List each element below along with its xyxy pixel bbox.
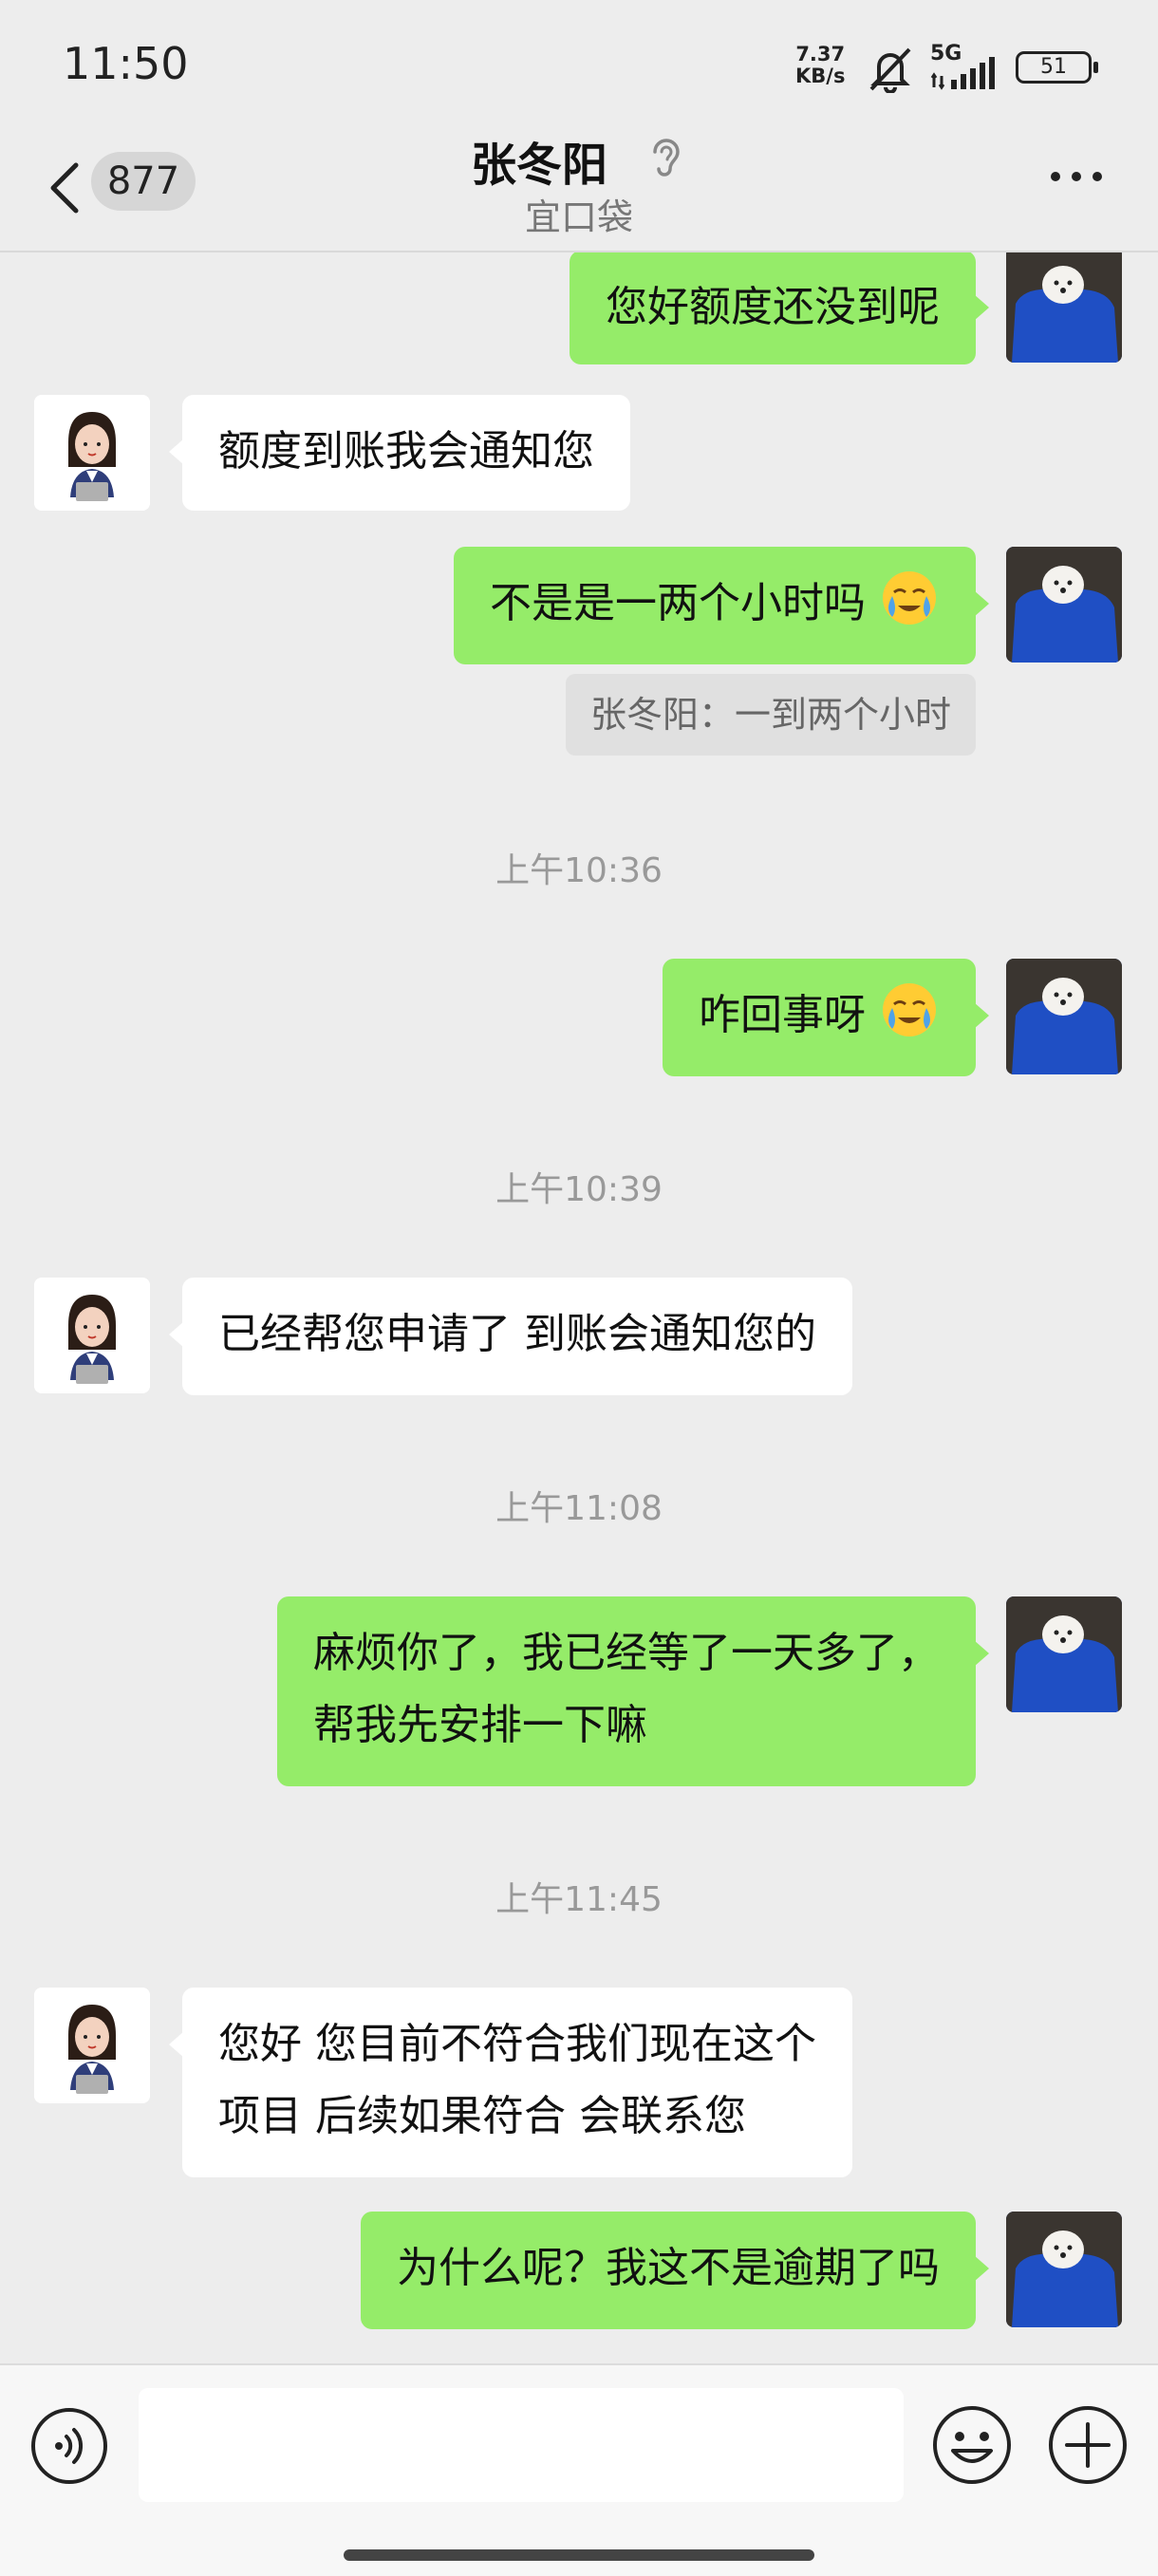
- my-avatar[interactable]: [1006, 959, 1122, 1074]
- contact-name: 张冬阳: [471, 139, 608, 192]
- my-avatar[interactable]: [1006, 1596, 1122, 1712]
- battery-level: 51: [1040, 55, 1067, 79]
- quoted-message[interactable]: 张冬阳：一到两个小时: [565, 674, 976, 756]
- message-timestamp: 上午11:45: [495, 1880, 663, 1919]
- my-avatar-image: [1006, 2212, 1122, 2327]
- message-text: 额度到账我会通知您: [218, 427, 594, 476]
- message-bubble-sent[interactable]: 麻烦你了，我已经等了一天多了， 帮我先安排一下嘛: [277, 1596, 989, 1786]
- signal-icon: [930, 57, 995, 90]
- message-timestamp: 上午11:08: [495, 1489, 663, 1528]
- contact-avatar[interactable]: [34, 1988, 150, 2103]
- network-speed: 7.37 KB/s: [795, 44, 845, 87]
- chat-header: 877 张冬阳 宜口袋: [0, 133, 1158, 252]
- plus-icon[interactable]: [1046, 2403, 1130, 2487]
- message-bubble-sent[interactable]: 为什么呢？我这不是逾期了吗: [361, 2212, 989, 2329]
- my-avatar[interactable]: [1006, 252, 1122, 363]
- mute-bell-icon: [869, 47, 911, 93]
- network-speed-unit: KB/s: [795, 65, 846, 87]
- battery-icon: 51: [1016, 51, 1098, 84]
- contact-avatar-image: [34, 1278, 150, 1393]
- message-text: 不是是一两个小时吗: [490, 579, 866, 627]
- my-avatar-image: [1006, 1596, 1122, 1712]
- voice-icon[interactable]: [28, 2405, 110, 2487]
- message-text: 您好额度还没到呢: [606, 283, 940, 331]
- home-indicator[interactable]: [344, 2549, 814, 2561]
- message-timestamp: 上午10:36: [495, 851, 663, 890]
- contact-avatar-image: [34, 395, 150, 511]
- crying-face-emoji-icon: [883, 983, 936, 1036]
- message-text: 为什么呢？我这不是逾期了吗: [397, 2244, 940, 2292]
- message-text-line: 麻烦你了，我已经等了一天多了，: [313, 1629, 940, 1677]
- message-bubble-sent[interactable]: 不是是一两个小时吗: [454, 547, 989, 664]
- my-avatar-image: [1006, 547, 1122, 663]
- message-text: 已经帮您申请了 到账会通知您的: [218, 1310, 816, 1358]
- ear-icon: [653, 139, 680, 177]
- message-text-line: 您好 您目前不符合我们现在这个: [218, 2020, 816, 2068]
- message-bubble-received[interactable]: 额度到账我会通知您: [169, 395, 630, 511]
- status-time: 11:50: [63, 38, 189, 89]
- my-avatar[interactable]: [1006, 2212, 1122, 2327]
- input-bar: [0, 2363, 1158, 2576]
- message-bubble-received[interactable]: 已经帮您申请了 到账会通知您的: [169, 1278, 852, 1395]
- more-dots-icon[interactable]: [1048, 167, 1105, 186]
- my-avatar-image: [1006, 959, 1122, 1074]
- message-input[interactable]: [139, 2388, 904, 2502]
- crying-face-emoji-icon: [883, 571, 936, 625]
- my-avatar[interactable]: [1006, 547, 1122, 663]
- network-speed-value: 7.37: [795, 43, 846, 65]
- chat-subtitle: 宜口袋: [524, 196, 633, 238]
- contact-avatar-image: [34, 1988, 150, 2103]
- message-bubble-sent[interactable]: 咋回事呀: [663, 959, 989, 1076]
- contact-avatar[interactable]: [34, 1278, 150, 1393]
- message-timestamp: 上午10:39: [495, 1170, 663, 1209]
- message-bubble-sent[interactable]: 您好额度还没到呢: [570, 252, 989, 364]
- message-bubble-received[interactable]: 您好 您目前不符合我们现在这个 项目 后续如果符合 会联系您: [169, 1988, 852, 2177]
- chat-messages: 您好额度还没到呢 额度到账我会通知您 不是是一两个小时吗 张冬阳：一到两个小时 …: [0, 252, 1158, 2363]
- contact-avatar[interactable]: [34, 395, 150, 511]
- message-text: 咋回事呀: [699, 991, 866, 1039]
- message-text-line: 帮我先安排一下嘛: [313, 1701, 647, 1749]
- status-bar: 11:50 7.37 KB/s 5G 51: [0, 0, 1158, 133]
- emoji-icon[interactable]: [930, 2403, 1014, 2487]
- message-text-line: 项目 后续如果符合 会联系您: [218, 2092, 746, 2140]
- my-avatar-image: [1006, 252, 1122, 363]
